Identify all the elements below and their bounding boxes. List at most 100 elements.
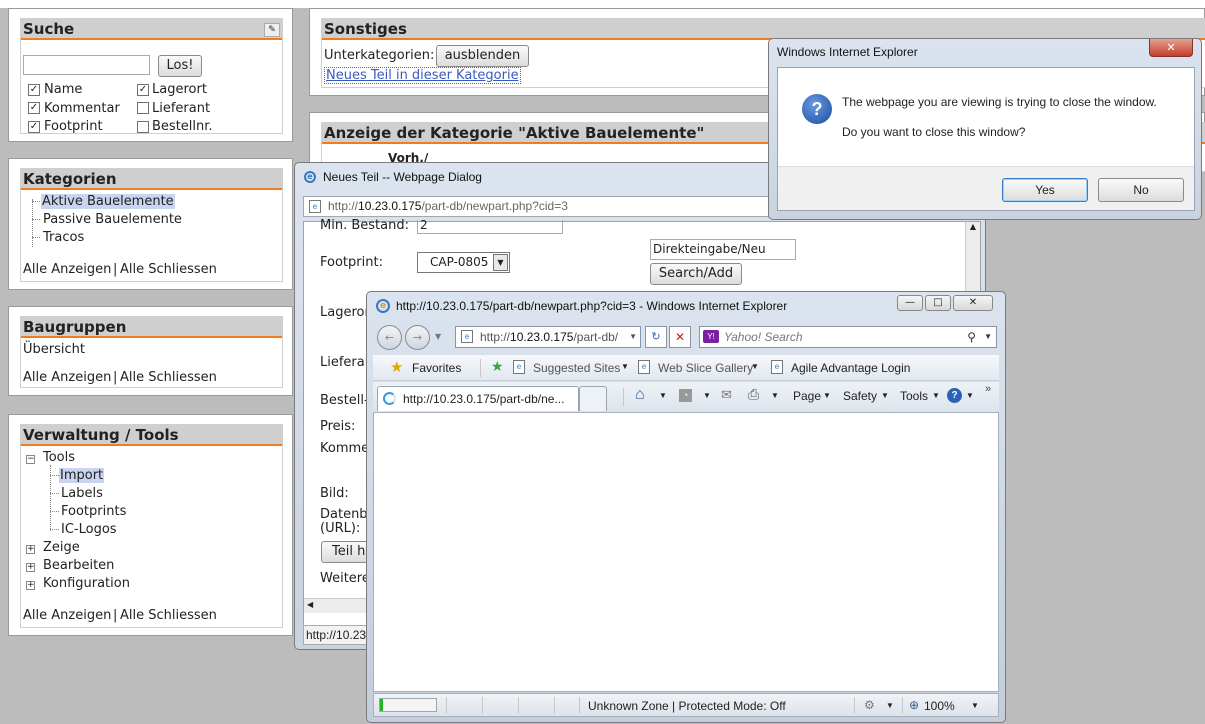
ie-maximize-button[interactable]: □ [925,295,951,311]
forward-button[interactable]: → [405,325,430,350]
close-confirm-dialog: Windows Internet Explorer ✕ ? The webpag… [768,38,1202,220]
admin-close-all[interactable]: Alle Schliessen [120,608,217,623]
ie-tab[interactable]: http://10.23.0.175/part-db/ne... [377,386,579,411]
new-tab-button[interactable] [579,386,607,411]
search-placeholder: Yahoo! Search [724,330,803,344]
help-dropdown-icon[interactable]: ▼ [966,391,974,400]
print-dropdown-icon[interactable]: ▼ [771,391,779,400]
chevron-more-icon[interactable]: » [985,383,991,395]
category-item-tracos[interactable]: Tracos [43,230,84,245]
yahoo-icon: Y! [703,330,719,343]
add-favorites-icon[interactable]: ★ [491,358,504,375]
safety-menu-dropdown-icon[interactable]: ▼ [881,391,889,400]
assemblies-overview[interactable]: Übersicht [23,342,85,357]
order-label: Bestell- [320,393,369,408]
mail-icon[interactable]: ✉ [721,387,732,403]
agile-login-link[interactable]: Agile Advantage Login [791,361,910,375]
suggested-sites-dropdown-icon[interactable]: ▼ [621,362,629,371]
ie-content-area[interactable] [373,412,999,692]
search-input[interactable] [23,55,150,75]
footprint-select-value: CAP-0805 [430,255,489,269]
web-slice-gallery-link[interactable]: Web Slice Gallery [658,361,753,375]
tree-node-bearbeiten[interactable]: Bearbeiten [43,558,114,573]
categories-divider: | [113,262,118,277]
checkbox-footprint-label: Footprint [44,119,103,134]
bearbeiten-expand-icon[interactable]: + [26,563,35,572]
zoom-icon[interactable]: ⊕ [909,698,919,712]
checkbox-supplier[interactable] [137,102,149,114]
safety-menu[interactable]: Safety [843,389,877,403]
category-item-active[interactable]: Aktive Bauelemente [41,194,175,209]
tree-node-konfiguration[interactable]: Konfiguration [43,576,130,591]
konfiguration-expand-icon[interactable]: + [26,581,35,590]
checkbox-storage[interactable]: ✓ [137,84,149,96]
checkbox-ordernum[interactable] [137,121,149,133]
page-menu-dropdown-icon[interactable]: ▼ [823,391,831,400]
tool-item-iclogos[interactable]: IC-Logos [61,522,117,537]
assemblies-show-all[interactable]: Alle Anzeigen [23,370,111,385]
tool-item-labels[interactable]: Labels [61,486,103,501]
footprint-label: Footprint: [320,255,383,270]
zoom-level[interactable]: 100% [924,699,955,713]
zoom-dropdown-icon[interactable]: ▼ [971,701,979,710]
search-add-button[interactable]: Search/Add [650,263,742,285]
favorites-star-icon[interactable]: ★ [390,358,403,376]
tools-menu-dropdown-icon[interactable]: ▼ [932,391,940,400]
confirm-close-button[interactable]: ✕ [1149,39,1193,57]
admin-show-all[interactable]: Alle Anzeigen [23,608,111,623]
tools-menu[interactable]: Tools [900,389,928,403]
ie-search-box[interactable]: Y! Yahoo! Search ⚲ ▼ [699,326,997,348]
new-part-link[interactable]: Neues Teil in dieser Kategorie [324,67,521,84]
tree-node-tools[interactable]: Tools [43,450,75,465]
stop-icon[interactable]: ✕ [669,326,691,348]
address-dropdown-icon[interactable]: ▼ [629,327,637,347]
page-menu[interactable]: Page [793,389,821,403]
ie-status-bar: Unknown Zone | Protected Mode: Off ⚙ ▼ ⊕… [373,693,999,717]
scroll-up-icon[interactable]: ▲ [966,222,980,231]
footprint-select[interactable]: CAP-0805 ▼ [417,252,510,273]
search-collapse-icon[interactable]: ✎ [264,23,280,37]
categories-show-all[interactable]: Alle Anzeigen [23,262,111,277]
feeds-icon[interactable]: ◔ [679,389,692,402]
checkbox-footprint[interactable]: ✓ [28,121,40,133]
suggested-sites-link[interactable]: Suggested Sites [533,361,620,375]
scroll-left-icon[interactable]: ◀ [307,600,313,609]
tool-item-import[interactable]: Import [59,468,105,483]
print-icon[interactable]: ⎙ [748,386,759,403]
category-item-passive[interactable]: Passive Bauelemente [43,212,182,227]
protected-mode-icon[interactable]: ⚙ [864,698,875,712]
history-dropdown-icon[interactable]: ▼ [435,332,441,341]
ie-close-button[interactable]: ✕ [953,295,993,311]
refresh-icon[interactable]: ↻ [645,326,667,348]
min-stock-input[interactable]: 2 [417,219,563,234]
back-button[interactable]: ← [377,325,402,350]
categories-close-all[interactable]: Alle Schliessen [120,262,217,277]
web-slice-dropdown-icon[interactable]: ▼ [751,362,759,371]
protected-mode-dropdown-icon[interactable]: ▼ [886,701,894,710]
ie-minimize-button[interactable]: — [897,295,923,311]
direct-input-field[interactable]: Direkteingabe/Neu [650,239,796,260]
web-slice-icon: e [638,360,650,374]
search-dropdown-icon[interactable]: ▼ [984,327,992,347]
yes-button[interactable]: Yes [1002,178,1088,202]
help-icon[interactable]: ? [947,388,962,403]
favorites-button[interactable]: Favorites [412,361,461,375]
checkbox-comment[interactable]: ✓ [28,102,40,114]
tree-node-zeige[interactable]: Zeige [43,540,80,555]
dialog-address-path: /part-db/newpart.php?cid=3 [421,199,568,213]
feeds-dropdown-icon[interactable]: ▼ [703,391,711,400]
search-button[interactable]: Los! [158,55,202,77]
hide-subcategories-button[interactable]: ausblenden [436,45,529,67]
search-magnifier-icon[interactable]: ⚲ [967,327,976,347]
no-button[interactable]: No [1098,178,1184,202]
home-icon[interactable]: ⌂ [635,386,645,404]
zeige-expand-icon[interactable]: + [26,545,35,554]
tools-collapse-icon[interactable]: − [26,455,35,464]
tool-item-footprints[interactable]: Footprints [61,504,126,519]
home-dropdown-icon[interactable]: ▼ [659,391,667,400]
admin-panel: Verwaltung / Tools − Tools Import Labels… [8,414,293,636]
ie-address-bar[interactable]: e http://10.23.0.175/part-db/ ▼ [455,326,641,348]
assemblies-header: Baugruppen [21,317,282,338]
assemblies-close-all[interactable]: Alle Schliessen [120,370,217,385]
checkbox-name[interactable]: ✓ [28,84,40,96]
